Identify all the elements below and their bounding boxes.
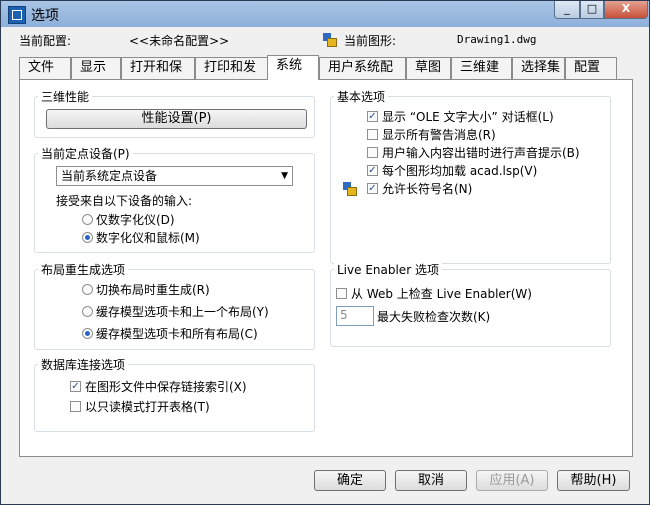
drawing-icon	[342, 181, 358, 197]
check-live-enabler-checkbox[interactable]	[336, 288, 347, 299]
options-dialog: 选项 _ □ X 当前配置: <<未命名配置>> 当前图形: Drawing1.…	[0, 0, 650, 505]
pointing-device-select[interactable]: 当前系统定点设备 ▼	[56, 166, 293, 186]
3d-performance-legend: 三维性能	[38, 88, 93, 105]
window-title: 选项	[31, 8, 59, 24]
tab-display[interactable]: 显示	[71, 57, 121, 79]
pointing-device-group: 当前定点设备(P) 当前系统定点设备 ▼ 接受来自以下设备的输入: 仅数字化仪(…	[34, 145, 315, 253]
basic-options-legend: 基本选项	[334, 88, 389, 105]
show-warnings-checkbox[interactable]	[367, 129, 378, 140]
chevron-down-icon: ▼	[281, 171, 288, 181]
accept-input-label: 接受来自以下设备的输入:	[56, 194, 193, 208]
apply-button[interactable]: 应用(A)	[476, 470, 548, 491]
cache-last-layout-label: 缓存模型选项卡和上一个布局(Y)	[96, 305, 269, 319]
tab-profiles[interactable]: 配置	[565, 57, 617, 79]
close-button[interactable]: X	[604, 1, 648, 19]
cancel-button[interactable]: 取消	[395, 470, 467, 491]
minimize-button[interactable]: _	[554, 1, 580, 19]
layout-regen-legend: 布局重生成选项	[38, 261, 129, 278]
digitizer-only-radio[interactable]	[82, 214, 93, 225]
tab-files[interactable]: 文件	[19, 57, 71, 79]
open-tables-readonly-checkbox[interactable]	[70, 401, 81, 412]
current-profile-label: 当前配置:	[19, 34, 72, 48]
digitizer-and-mouse-label: 数字化仪和鼠标(M)	[96, 231, 200, 245]
tab-plot-publish[interactable]: 打印和发布	[195, 57, 269, 95]
tab-drafting[interactable]: 草图	[406, 57, 451, 79]
current-drawing-value: Drawing1.dwg	[457, 33, 537, 46]
autocad-app-icon	[8, 6, 26, 24]
tab-open-save[interactable]: 打开和保存	[121, 57, 195, 95]
long-symbol-names-checkbox[interactable]: ✓	[367, 183, 378, 194]
basic-options-group: 基本选项 ✓ 显示 “OLE 文字大小” 对话框(L) 显示所有警告消息(R) …	[330, 88, 611, 264]
regen-on-switch-label: 切换布局时重生成(R)	[96, 283, 210, 297]
layout-regen-group: 布局重生成选项 切换布局时重生成(R) 缓存模型选项卡和上一个布局(Y) 缓存模…	[34, 261, 315, 350]
digitizer-only-label: 仅数字化仪(D)	[96, 213, 175, 227]
ok-button[interactable]: 确定	[314, 470, 386, 491]
cache-all-layouts-label: 缓存模型选项卡和所有布局(C)	[96, 327, 258, 341]
live-enabler-group: Live Enabler 选项 从 Web 上检查 Live Enabler(W…	[330, 261, 611, 347]
save-link-index-checkbox[interactable]: ✓	[70, 381, 81, 392]
long-symbol-names-label: 允许长符号名(N)	[382, 182, 473, 196]
digitizer-and-mouse-radio[interactable]	[82, 232, 93, 243]
3d-performance-group: 三维性能 性能设置(P)	[34, 88, 315, 138]
current-profile-value: <<未命名配置>>	[129, 34, 230, 48]
db-connect-group: 数据库连接选项 ✓ 在图形文件中保存链接索引(X) 以只读模式打开表格(T)	[34, 356, 315, 432]
max-failed-checks-input[interactable]: 5	[336, 306, 374, 326]
regen-on-switch-radio[interactable]	[82, 284, 93, 295]
performance-settings-button[interactable]: 性能设置(P)	[46, 109, 307, 129]
drawing-icon	[322, 32, 338, 48]
cache-all-layouts-radio[interactable]	[82, 328, 93, 339]
tab-user-preferences[interactable]: 用户系统配置	[319, 57, 406, 95]
load-acad-lsp-checkbox[interactable]: ✓	[367, 165, 378, 176]
ole-text-size-label: 显示 “OLE 文字大小” 对话框(L)	[382, 110, 554, 124]
tab-system[interactable]: 系统	[267, 55, 319, 80]
pointing-device-select-value: 当前系统定点设备	[61, 169, 158, 183]
tab-selection[interactable]: 选择集	[512, 57, 565, 79]
help-button[interactable]: 帮助(H)	[557, 470, 630, 491]
beep-on-error-label: 用户输入内容出错时进行声音提示(B)	[382, 146, 580, 160]
show-warnings-label: 显示所有警告消息(R)	[382, 128, 496, 142]
tab-3d-modeling[interactable]: 三维建模	[451, 57, 512, 95]
db-connect-legend: 数据库连接选项	[38, 356, 129, 373]
check-live-enabler-label: 从 Web 上检查 Live Enabler(W)	[351, 287, 532, 301]
beep-on-error-checkbox[interactable]	[367, 147, 378, 158]
max-failed-checks-label: 最大失败检查次数(K)	[377, 310, 491, 324]
title-bar[interactable]: 选项 _ □ X	[1, 1, 649, 27]
maximize-button[interactable]: □	[580, 1, 604, 19]
pointing-device-legend: 当前定点设备(P)	[38, 145, 133, 162]
current-drawing-label: 当前图形:	[344, 34, 397, 48]
save-link-index-label: 在图形文件中保存链接索引(X)	[85, 380, 247, 394]
system-tab-panel: 三维性能 性能设置(P) 当前定点设备(P) 当前系统定点设备 ▼ 接受来自以下…	[19, 79, 633, 457]
cache-last-layout-radio[interactable]	[82, 306, 93, 317]
open-tables-readonly-label: 以只读模式打开表格(T)	[85, 400, 210, 414]
load-acad-lsp-label: 每个图形均加载 acad.lsp(V)	[382, 164, 538, 178]
ole-text-size-checkbox[interactable]: ✓	[367, 111, 378, 122]
live-enabler-legend: Live Enabler 选项	[334, 261, 442, 278]
